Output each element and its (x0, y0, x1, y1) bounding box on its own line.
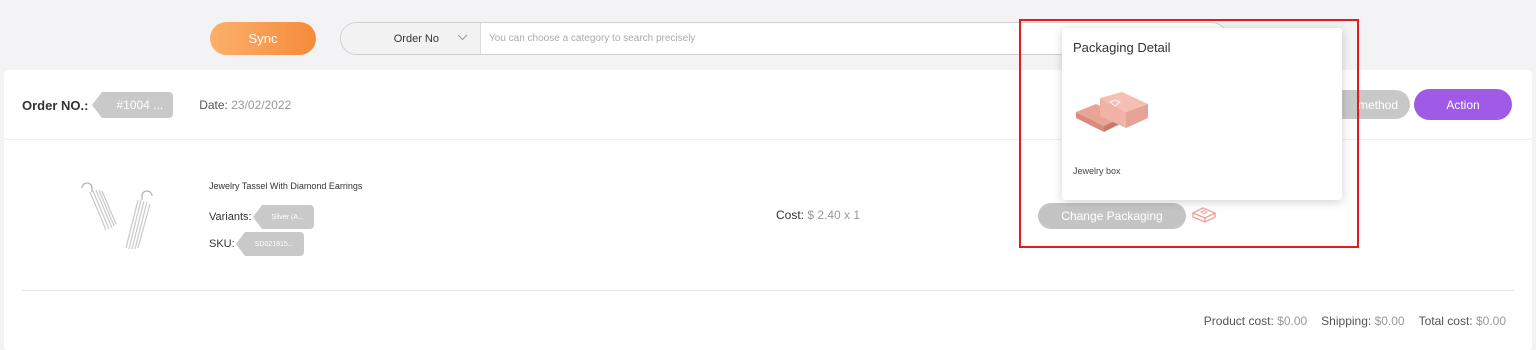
divider (22, 290, 1514, 291)
order-date-label: Date: (199, 98, 228, 112)
search-category-label: Order No (393, 32, 439, 45)
product-variants: Variants: Silver (A... (209, 205, 314, 229)
order-header: Order NO.: #1004 ... Date: 23/02/2022 (22, 92, 291, 118)
product-name: Jewelry Tassel With Diamond Earrings (209, 181, 363, 191)
order-number-tag: #1004 ... (92, 92, 174, 118)
product-cost: Cost: $ 2.40 x 1 (776, 208, 860, 222)
shipping-label: Shipping: (1321, 314, 1372, 328)
shipping-total: Shipping: $0.00 (1321, 314, 1404, 328)
product-sku: SKU: SD021915... (209, 232, 304, 256)
search-input[interactable]: You can choose a category to search prec… (481, 33, 695, 44)
cost-value: $ 2.40 x 1 (807, 208, 861, 222)
search-category-select[interactable]: Order No (341, 23, 481, 54)
order-number-label: Order NO.: (22, 97, 89, 113)
action-button[interactable]: Action (1414, 89, 1512, 120)
sync-button[interactable]: Sync (210, 22, 316, 55)
product-cost-value: $0.00 (1277, 314, 1308, 328)
variants-label: Variants: (209, 211, 252, 223)
shipping-value: $0.00 (1374, 314, 1405, 328)
order-date-value: 23/02/2022 (231, 98, 292, 112)
total-cost-label: Total cost: (1418, 314, 1473, 328)
product-image (66, 178, 166, 258)
product-cost-label: Product cost: (1203, 314, 1274, 328)
total-cost: Total cost: $0.00 (1419, 314, 1506, 328)
sku-tag: SD021915... (235, 232, 304, 256)
total-cost-value: $0.00 (1475, 314, 1506, 328)
order-date: Date: 23/02/2022 (199, 98, 291, 112)
order-totals: Product cost: $0.00 Shipping: $0.00 Tota… (1204, 314, 1506, 328)
sku-label: SKU: (209, 238, 235, 250)
chevron-down-icon (457, 33, 468, 44)
highlight-box (1019, 19, 1359, 248)
product-cost-total: Product cost: $0.00 (1204, 314, 1307, 328)
variants-tag: Silver (A... (252, 205, 314, 229)
cost-label: Cost: (776, 208, 805, 222)
